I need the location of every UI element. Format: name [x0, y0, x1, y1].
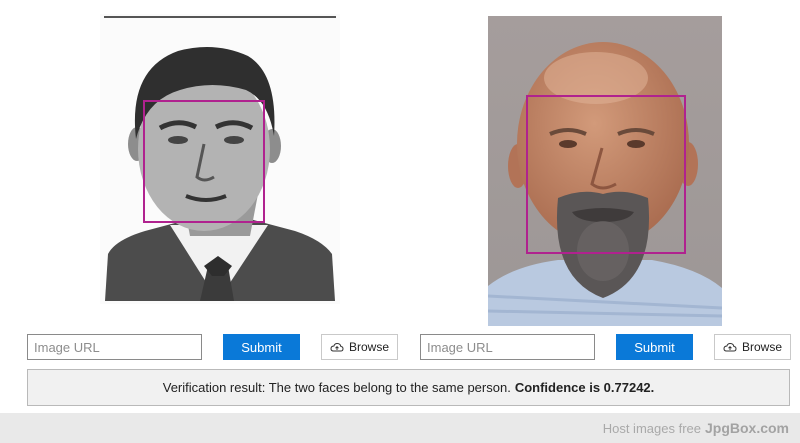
right-submit-button[interactable]: Submit [616, 334, 693, 360]
left-face-photo [100, 14, 340, 304]
right-face-bounding-box [526, 95, 686, 254]
cloud-upload-icon [723, 342, 737, 351]
footer-bar: Host images free JpgBox.com [0, 413, 800, 443]
right-browse-label: Browse [741, 340, 782, 354]
confidence-text: Confidence is 0.77242. [514, 380, 655, 395]
left-submit-button[interactable]: Submit [223, 334, 300, 360]
left-browse-label: Browse [348, 340, 389, 354]
footer-text: Host images free [602, 420, 701, 436]
right-browse-button[interactable]: Browse [714, 334, 791, 360]
left-face-bounding-box [143, 100, 265, 223]
right-image-url-input[interactable] [420, 334, 595, 360]
left-image-url-input[interactable] [27, 334, 202, 360]
footer-brand-link[interactable]: JpgBox.com [705, 420, 789, 436]
cloud-upload-icon [330, 342, 344, 351]
right-face-photo [488, 16, 722, 326]
left-browse-button[interactable]: Browse [321, 334, 398, 360]
verification-result-box: Verification result: The two faces belon… [27, 369, 790, 406]
verification-result-text: Verification result: The two faces belon… [162, 380, 511, 395]
